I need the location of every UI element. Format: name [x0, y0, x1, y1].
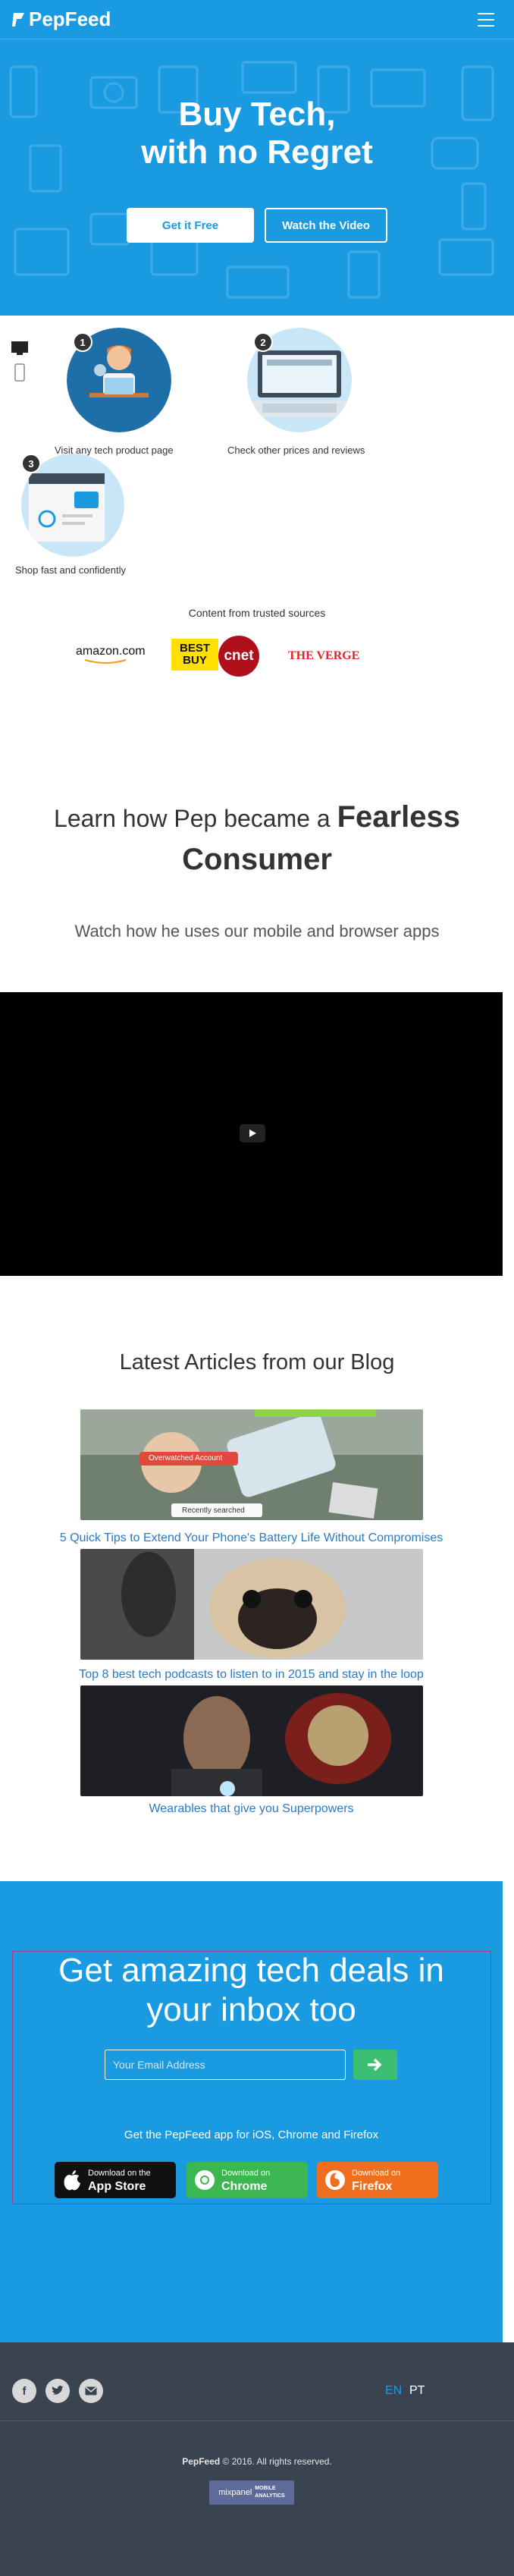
app-store-small: Download on the: [88, 2169, 151, 2178]
firefox-big: Firefox: [352, 2180, 393, 2193]
firefox-icon: [325, 2170, 345, 2190]
step-2: 2: [247, 328, 361, 449]
hero-title-line1: Buy Tech,: [178, 96, 336, 133]
app-store-button[interactable]: Download on the App Store: [55, 2162, 176, 2198]
hero-title: Buy Tech, with no Regret: [0, 96, 514, 171]
copyright-brand: PepFeed: [182, 2456, 221, 2467]
newsletter-section: Get amazing tech deals in your inbox too…: [0, 1881, 503, 2342]
step-1-number: 1: [73, 332, 92, 352]
newsletter-title-line2: your inbox too: [146, 1991, 356, 2028]
twitter-icon[interactable]: [45, 2379, 70, 2403]
chrome-icon: [195, 2170, 215, 2190]
hero-section: Buy Tech, with no Regret Get it Free Wat…: [0, 39, 514, 316]
language-en[interactable]: EN: [385, 2384, 402, 2398]
amazon-smile-icon: [84, 659, 127, 664]
play-icon[interactable]: [240, 1124, 265, 1142]
newsletter-title: Get amazing tech deals in your inbox too: [0, 1951, 503, 2030]
copyright-text: © 2016. All rights reserved.: [222, 2456, 332, 2467]
arrow-right-icon: [368, 2058, 382, 2072]
image-tag-recently-searched: Recently searched: [182, 1506, 245, 1515]
watch-video-button[interactable]: Watch the Video: [265, 208, 387, 243]
subscribe-button[interactable]: [353, 2050, 397, 2080]
firefox-small: Download on: [352, 2169, 401, 2178]
step-3-label: Shop fast and confidently: [15, 564, 126, 576]
step-2-label: Check other prices and reviews: [227, 445, 365, 456]
logo-text: PepFeed: [29, 8, 111, 30]
chrome-big: Chrome: [221, 2180, 268, 2193]
app-store-big: App Store: [88, 2180, 146, 2193]
facebook-icon[interactable]: f: [12, 2379, 36, 2403]
amazon-logo: amazon.com: [76, 645, 146, 664]
mixpanel-badge[interactable]: mixpanel MOBILE ANALYTICS: [209, 2480, 294, 2505]
newsletter-title-line1: Get amazing tech deals in: [58, 1952, 444, 1989]
the-verge-logo: THE VERGE: [288, 649, 360, 662]
blog-post-2-link[interactable]: Top 8 best tech podcasts to listen to in…: [0, 1668, 503, 1682]
email-input[interactable]: [105, 2050, 346, 2080]
copyright: PepFeed © 2016. All rights reserved.: [0, 2456, 514, 2467]
trusted-sources-title: Content from trusted sources: [188, 607, 326, 619]
hero-buttons: Get it Free Watch the Video: [0, 208, 514, 243]
blog-title: Latest Articles from our Blog: [119, 1350, 395, 1374]
video-player[interactable]: [0, 992, 503, 1276]
page: PepFeed Buy Tech, with no Regret Get it …: [0, 0, 514, 2576]
get-it-free-button[interactable]: Get it Free: [127, 208, 254, 243]
mixpanel-text-2: ANALYTICS: [255, 2493, 285, 2499]
blog-post-2-image[interactable]: [80, 1549, 423, 1660]
learn-title: Learn how Pep became a Fearless Consumer: [0, 796, 514, 881]
firefox-store-button[interactable]: Download on Firefox: [317, 2162, 438, 2198]
blog-post-1-link[interactable]: 5 Quick Tips to Extend Your Phone's Batt…: [0, 1531, 503, 1545]
apple-icon: [64, 2170, 80, 2191]
chrome-store-button[interactable]: Download on Chrome: [186, 2162, 308, 2198]
pepfeed-logo-icon: [12, 12, 24, 27]
step-1: 1: [67, 328, 180, 449]
apps-text: Get the PepFeed app for iOS, Chrome and …: [124, 2128, 379, 2141]
language-pt[interactable]: PT: [409, 2384, 425, 2398]
blog-post-3-image[interactable]: [80, 1685, 423, 1796]
hamburger-icon[interactable]: [478, 13, 494, 27]
step-3: 3: [21, 454, 135, 567]
blog-post-3-link[interactable]: Wearables that give you Superpowers: [0, 1802, 503, 1816]
email-icon[interactable]: [79, 2379, 103, 2403]
learn-title-prefix: Learn how Pep became a: [54, 805, 331, 832]
cnet-logo: cnet: [218, 636, 259, 677]
chrome-small: Download on: [221, 2169, 271, 2178]
image-tag-overwatched: Overwatched Account: [149, 1454, 223, 1462]
footer-divider: [0, 2420, 514, 2421]
logo[interactable]: PepFeed: [12, 8, 111, 31]
footer: f EN PT PepFeed © 2016. All rights reser…: [0, 2342, 514, 2576]
top-navbar: PepFeed: [0, 0, 514, 39]
step-2-number: 2: [253, 332, 273, 352]
mixpanel-brand: mixpanel: [218, 2488, 252, 2497]
step-3-number: 3: [21, 454, 41, 473]
device-toggle: [11, 340, 29, 389]
learn-subtitle: Watch how he uses our mobile and browser…: [74, 922, 440, 941]
bestbuy-logo: BEST BUY: [171, 639, 218, 671]
mixpanel-text-1: MOBILE: [255, 2486, 276, 2491]
hero-title-line2: with no Regret: [141, 134, 373, 171]
blog-post-1-image[interactable]: Overwatched Account Recently searched: [80, 1409, 423, 1520]
desktop-mobile-icon[interactable]: [11, 340, 29, 385]
gadgets-pattern-background: [9, 61, 494, 299]
